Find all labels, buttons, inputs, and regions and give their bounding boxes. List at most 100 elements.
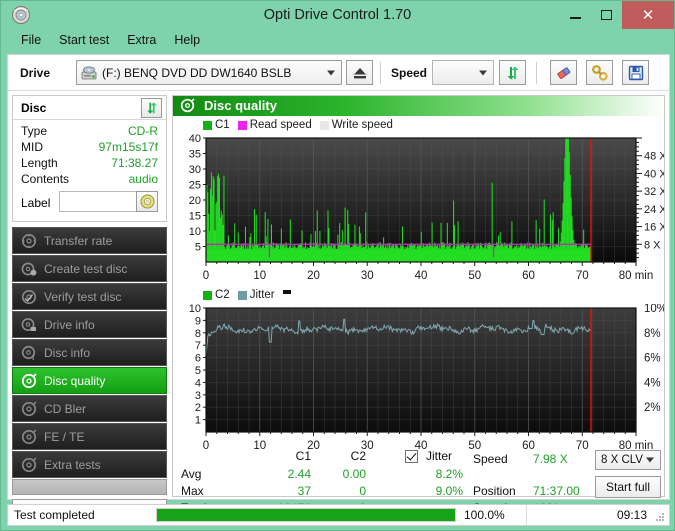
disc-row-key: MID xyxy=(21,140,43,154)
eject-button[interactable] xyxy=(346,60,373,85)
sidebar-item-disc-quality[interactable]: Disc quality xyxy=(12,367,167,394)
legend-swatch-write-speed xyxy=(319,120,329,130)
svg-text:35: 35 xyxy=(189,149,201,161)
disc-label-row: Label xyxy=(21,191,158,216)
drive-toolbar: Drive (F:) BENQ DVD DD DW1640 BSLB Speed xyxy=(8,55,669,91)
svg-text:30: 30 xyxy=(189,164,201,176)
sidebar-item-cd-bler[interactable]: CD Bler xyxy=(12,395,167,422)
progress-bar xyxy=(156,508,456,522)
write-mode-value: 8 X CLV xyxy=(601,454,643,466)
disc-row-key: Contents xyxy=(21,172,70,186)
elapsed-time: 09:13 xyxy=(616,508,647,522)
svg-text:2%: 2% xyxy=(644,402,661,414)
legend-swatch-c2 xyxy=(203,290,212,300)
tools-button[interactable] xyxy=(586,60,613,85)
disc-refresh-button[interactable] xyxy=(141,98,162,118)
sidebar-item-label: Disc quality xyxy=(44,373,106,388)
refresh-icon xyxy=(507,66,518,79)
disc-label-button[interactable] xyxy=(136,191,158,212)
legend-swatch-c1 xyxy=(203,120,212,130)
disc-panel-title: Disc xyxy=(21,101,47,115)
c2-legend: C2 Jitter xyxy=(203,289,294,301)
disc-row-key: Length xyxy=(21,156,58,170)
jitter-max: 9.0% xyxy=(435,484,463,498)
sidebar-item-label: Transfer rate xyxy=(44,233,113,248)
speed-select[interactable] xyxy=(432,60,494,85)
sidebar-item-extra-tests[interactable]: Extra tests xyxy=(12,451,167,478)
svg-text:20: 20 xyxy=(189,195,201,207)
svg-text:20: 20 xyxy=(307,270,320,282)
erase-button[interactable] xyxy=(550,60,577,85)
svg-text:70: 70 xyxy=(576,270,589,282)
disc-row-value: audio xyxy=(128,172,158,186)
progress-percent: 100.0% xyxy=(464,508,505,522)
menu-help[interactable]: Help xyxy=(165,29,209,51)
disc-gear-icon xyxy=(22,233,36,248)
menu-bar: File Start test Extra Help xyxy=(2,29,673,54)
drive-value: (F:) BENQ DVD DD DW1640 BSLB xyxy=(102,65,292,80)
write-mode-select[interactable]: 8 X CLV xyxy=(595,450,661,470)
start-full-button[interactable]: Start full xyxy=(595,476,661,498)
title-bar: Opti Drive Control 1.70 ✕ xyxy=(1,1,674,29)
drive-select[interactable]: (F:) BENQ DVD DD DW1640 BSLB xyxy=(76,60,342,85)
sidebar-item-label: Extra tests xyxy=(44,457,101,472)
sidebar-item-drive-info[interactable]: Drive info xyxy=(12,311,167,338)
close-button[interactable]: ✕ xyxy=(622,1,674,29)
svg-text:32 X: 32 X xyxy=(644,186,664,198)
disc-bler-icon xyxy=(22,401,37,416)
stats-c2-avg: 0.00 xyxy=(342,467,366,481)
page-title: Disc quality xyxy=(204,98,277,113)
maximize-button[interactable] xyxy=(591,1,622,29)
status-message: Test completed xyxy=(14,508,95,522)
disc-panel: Disc Type CD-R MID 97m15s17f Length 71:3… xyxy=(12,95,167,222)
chevron-down-icon xyxy=(646,457,654,463)
svg-text:40: 40 xyxy=(189,134,201,145)
sidebar-item-disc-info[interactable]: i Disc info xyxy=(12,339,167,366)
sidebar-item-verify-test-disc[interactable]: Verify test disc xyxy=(12,283,167,310)
disc-row-contents: Contents audio xyxy=(21,172,158,188)
svg-text:3: 3 xyxy=(195,390,201,402)
disc-label-input[interactable] xyxy=(59,191,137,212)
jitter-avg: 8.2% xyxy=(435,467,463,481)
c1-plot: 5 10 15 20 25 30 35 40 8 X 16 X 24 X 32 X 40 X 48 X 0 1… xyxy=(189,134,664,282)
refresh-icon xyxy=(146,102,157,114)
svg-text:48 X: 48 X xyxy=(644,151,664,163)
minimize-button[interactable] xyxy=(560,1,591,29)
sidebar-item-fe-te[interactable]: FE / TE xyxy=(12,423,167,450)
stats-header-c1: C1 xyxy=(295,449,311,463)
menu-extra[interactable]: Extra xyxy=(118,29,165,51)
cd-disc-icon xyxy=(140,194,154,209)
sidebar-item-label: Drive info xyxy=(44,317,95,332)
svg-text:6%: 6% xyxy=(644,353,661,365)
svg-text:9: 9 xyxy=(195,315,201,327)
save-button[interactable] xyxy=(622,60,649,85)
status-bar: Test completed 100.0% 09:13 xyxy=(7,504,670,526)
sidebar-item-create-test-disc[interactable]: Create test disc xyxy=(12,255,167,282)
refresh-button[interactable] xyxy=(499,60,526,85)
menu-start-test[interactable]: Start test xyxy=(50,29,118,51)
svg-text:10: 10 xyxy=(253,270,266,282)
eject-icon xyxy=(353,67,366,78)
legend-label-jitter: Jitter xyxy=(249,289,275,301)
nav-filler xyxy=(12,479,167,495)
menu-file[interactable]: File xyxy=(12,29,50,51)
sidebar-item-label: Disc info xyxy=(44,345,91,360)
svg-text:40 X: 40 X xyxy=(644,168,664,180)
stats-c1-avg: 2.44 xyxy=(287,467,311,481)
sidebar-item-transfer-rate[interactable]: Transfer rate xyxy=(12,227,167,254)
toolbar-divider-1 xyxy=(380,62,381,84)
c2-plot: 123456789102%4%6%8%10%01020304050607080 … xyxy=(189,304,664,452)
disc-fete-icon xyxy=(22,429,37,444)
left-column: Disc Type CD-R MID 97m15s17f Length 71:3… xyxy=(12,95,167,520)
client-area: Drive (F:) BENQ DVD DD DW1640 BSLB Speed… xyxy=(7,54,670,526)
speed-label: Speed xyxy=(391,66,428,80)
svg-text:40: 40 xyxy=(415,270,428,282)
legend-swatch-jitter xyxy=(237,290,247,300)
stats-c2-max: 0 xyxy=(359,484,366,498)
legend-label-c2: C2 xyxy=(215,289,230,301)
drive-icon xyxy=(81,65,97,79)
jitter-label: Jitter xyxy=(426,449,453,463)
disc-row-mid: MID 97m15s17f xyxy=(21,140,158,156)
floppy-save-icon xyxy=(628,65,643,80)
jitter-checkbox[interactable] xyxy=(405,450,418,463)
